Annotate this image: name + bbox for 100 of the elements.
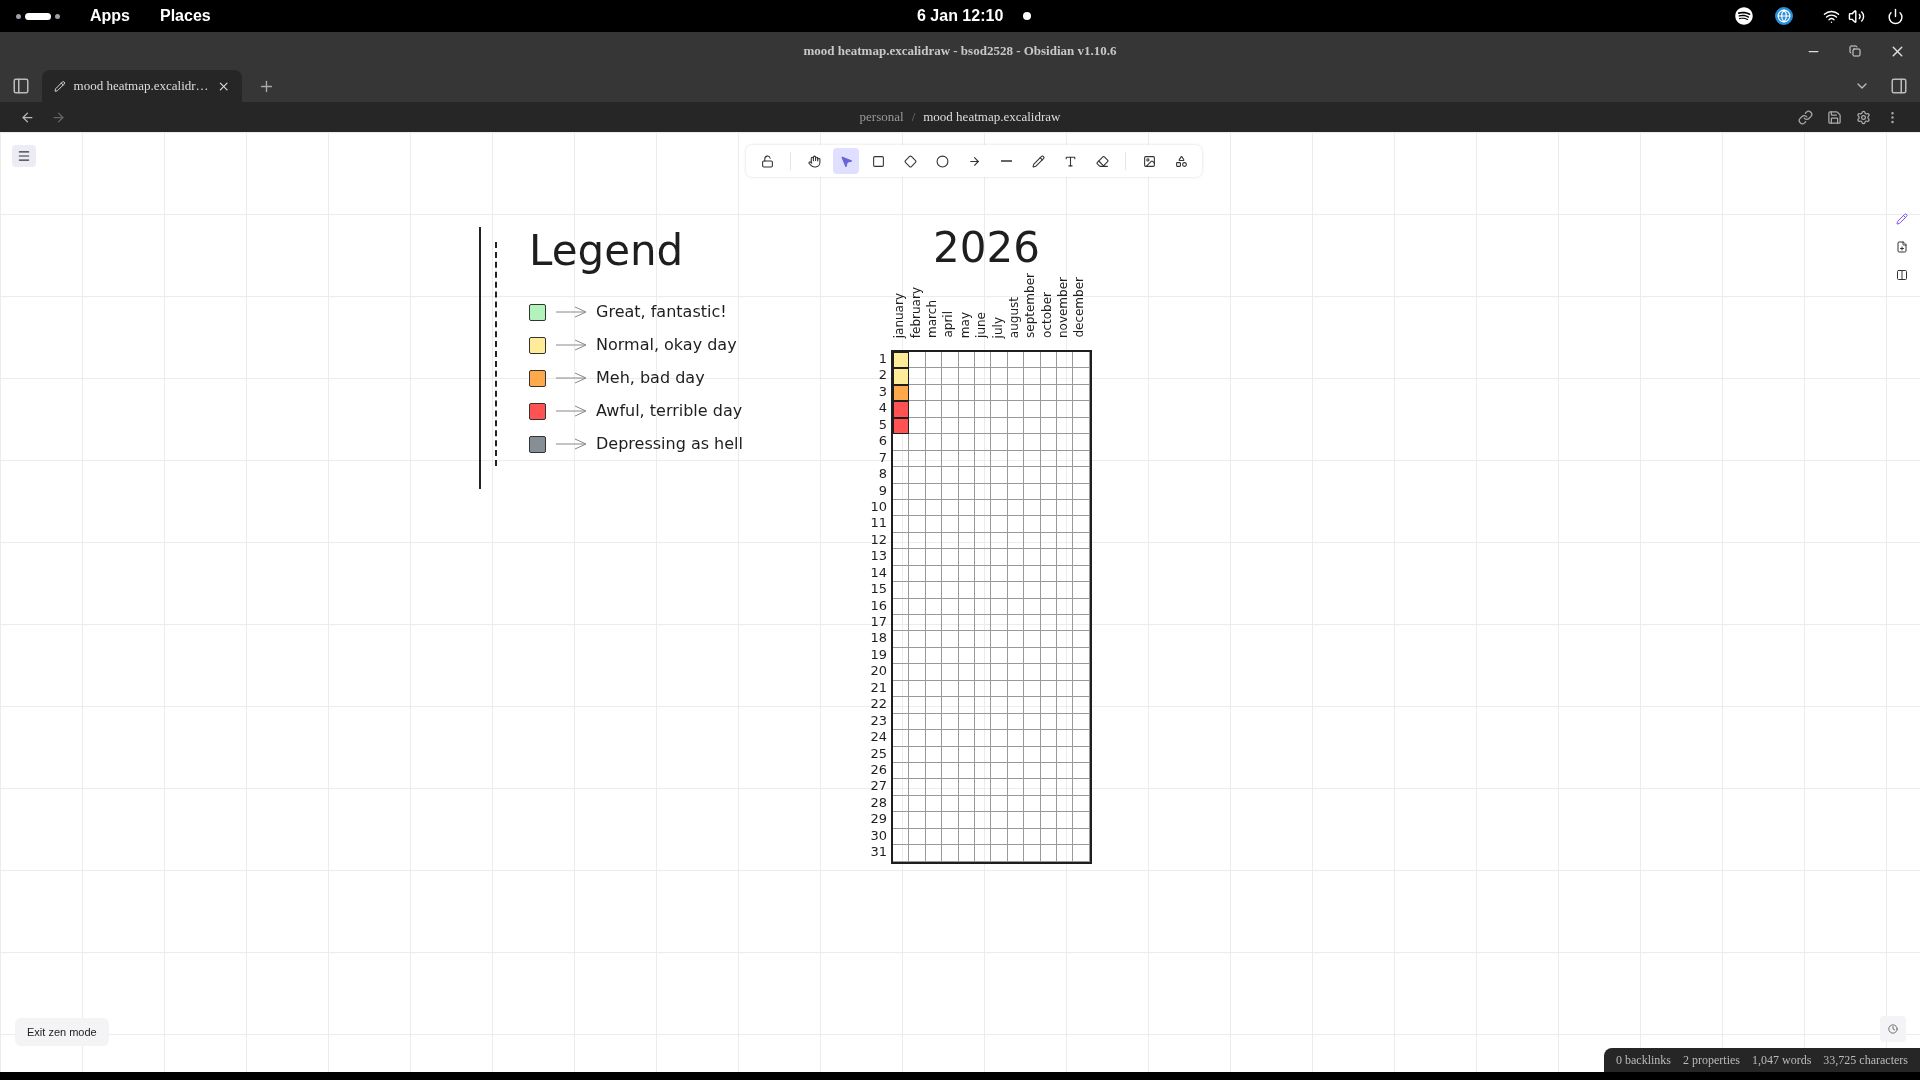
grid-cell[interactable] — [974, 762, 992, 780]
grid-cell[interactable] — [893, 795, 910, 813]
grid-cell[interactable] — [1073, 582, 1090, 599]
volume-icon[interactable] — [1848, 7, 1865, 25]
grid-cell[interactable] — [925, 368, 943, 385]
grid-cell[interactable] — [925, 467, 943, 484]
grid-cell[interactable] — [991, 812, 1008, 829]
grid-cell[interactable] — [909, 795, 926, 813]
grid-cell[interactable] — [1040, 352, 1057, 369]
grid-cell[interactable] — [1024, 697, 1041, 714]
grid-cell[interactable] — [942, 615, 959, 632]
grid-cell[interactable] — [1073, 680, 1090, 698]
grid-cell[interactable] — [1056, 730, 1074, 747]
grid-cell[interactable] — [1007, 680, 1025, 698]
grid-cell[interactable] — [942, 582, 959, 599]
grid-cell[interactable] — [1024, 746, 1041, 763]
grid-cell[interactable] — [991, 615, 1008, 632]
grid-cell[interactable] — [1073, 516, 1090, 533]
grid-cell[interactable] — [909, 812, 926, 829]
grid-cell[interactable] — [909, 746, 926, 763]
grid-cell[interactable] — [991, 549, 1008, 566]
grid-cell[interactable] — [958, 467, 975, 484]
grid-cell[interactable] — [1007, 384, 1025, 402]
grid-cell[interactable] — [1024, 795, 1041, 813]
grid-cell[interactable] — [1024, 434, 1041, 451]
grid-cell[interactable] — [1040, 467, 1057, 484]
grid-cell[interactable] — [925, 565, 943, 583]
grid-cell[interactable] — [1040, 434, 1057, 451]
grid-cell[interactable] — [1007, 730, 1025, 747]
grid-cell[interactable] — [1040, 598, 1057, 615]
grid-cell[interactable] — [925, 697, 943, 714]
grid-cell[interactable] — [909, 483, 926, 500]
grid-cell[interactable] — [942, 401, 959, 418]
grid-cell[interactable] — [1040, 450, 1057, 468]
grid-cell[interactable] — [1024, 582, 1041, 599]
grid-cell[interactable] — [1040, 713, 1057, 731]
grid-cell[interactable] — [991, 384, 1008, 402]
mood-cell[interactable] — [893, 352, 910, 369]
grid-cell[interactable] — [1073, 845, 1090, 862]
grid-cell[interactable] — [1040, 664, 1057, 681]
grid-cell[interactable] — [958, 664, 975, 681]
grid-cell[interactable] — [974, 368, 992, 385]
grid-cell[interactable] — [1007, 401, 1025, 418]
grid-cell[interactable] — [958, 450, 975, 468]
grid-cell[interactable] — [1024, 680, 1041, 698]
grid-cell[interactable] — [991, 631, 1008, 648]
grid-cell[interactable] — [1056, 680, 1074, 698]
grid-cell[interactable] — [893, 516, 910, 533]
grid-cell[interactable] — [925, 779, 943, 796]
grid-cell[interactable] — [1024, 450, 1041, 468]
grid-cell[interactable] — [1056, 598, 1074, 615]
grid-cell[interactable] — [958, 532, 975, 550]
grid-cell[interactable] — [1007, 647, 1025, 665]
music-app-icon[interactable] — [1735, 7, 1753, 25]
grid-cell[interactable] — [991, 795, 1008, 813]
grid-cell[interactable] — [1007, 483, 1025, 500]
grid-cell[interactable] — [909, 615, 926, 632]
grid-cell[interactable] — [1073, 467, 1090, 484]
grid-cell[interactable] — [909, 532, 926, 550]
grid-cell[interactable] — [991, 762, 1008, 780]
grid-cell[interactable] — [909, 549, 926, 566]
grid-cell[interactable] — [1040, 532, 1057, 550]
grid-cell[interactable] — [1007, 795, 1025, 813]
grid-cell[interactable] — [942, 845, 959, 862]
grid-cell[interactable] — [1024, 565, 1041, 583]
grid-cell[interactable] — [958, 631, 975, 648]
grid-cell[interactable] — [958, 680, 975, 698]
grid-cell[interactable] — [1056, 417, 1074, 435]
grid-cell[interactable] — [942, 746, 959, 763]
grid-cell[interactable] — [909, 384, 926, 402]
grid-cell[interactable] — [958, 762, 975, 780]
grid-cell[interactable] — [909, 565, 926, 583]
grid-cell[interactable] — [942, 352, 959, 369]
grid-cell[interactable] — [893, 828, 910, 846]
grid-cell[interactable] — [974, 812, 992, 829]
grid-cell[interactable] — [893, 631, 910, 648]
grid-cell[interactable] — [893, 697, 910, 714]
grid-cell[interactable] — [925, 450, 943, 468]
grid-cell[interactable] — [991, 647, 1008, 665]
grid-cell[interactable] — [1007, 779, 1025, 796]
grid-cell[interactable] — [1073, 352, 1090, 369]
grid-cell[interactable] — [942, 417, 959, 435]
grid-cell[interactable] — [974, 631, 992, 648]
grid-cell[interactable] — [909, 368, 926, 385]
grid-cell[interactable] — [958, 812, 975, 829]
grid-cell[interactable] — [925, 680, 943, 698]
grid-cell[interactable] — [974, 795, 992, 813]
grid-cell[interactable] — [893, 762, 910, 780]
grid-cell[interactable] — [1024, 664, 1041, 681]
grid-cell[interactable] — [1073, 713, 1090, 731]
grid-cell[interactable] — [925, 615, 943, 632]
grid-cell[interactable] — [1024, 417, 1041, 435]
grid-cell[interactable] — [893, 582, 910, 599]
grid-cell[interactable] — [1007, 746, 1025, 763]
grid-cell[interactable] — [974, 713, 992, 731]
grid-cell[interactable] — [1056, 812, 1074, 829]
grid-cell[interactable] — [1056, 565, 1074, 583]
grid-cell[interactable] — [1056, 434, 1074, 451]
grid-cell[interactable] — [974, 384, 992, 402]
grid-cell[interactable] — [1056, 697, 1074, 714]
